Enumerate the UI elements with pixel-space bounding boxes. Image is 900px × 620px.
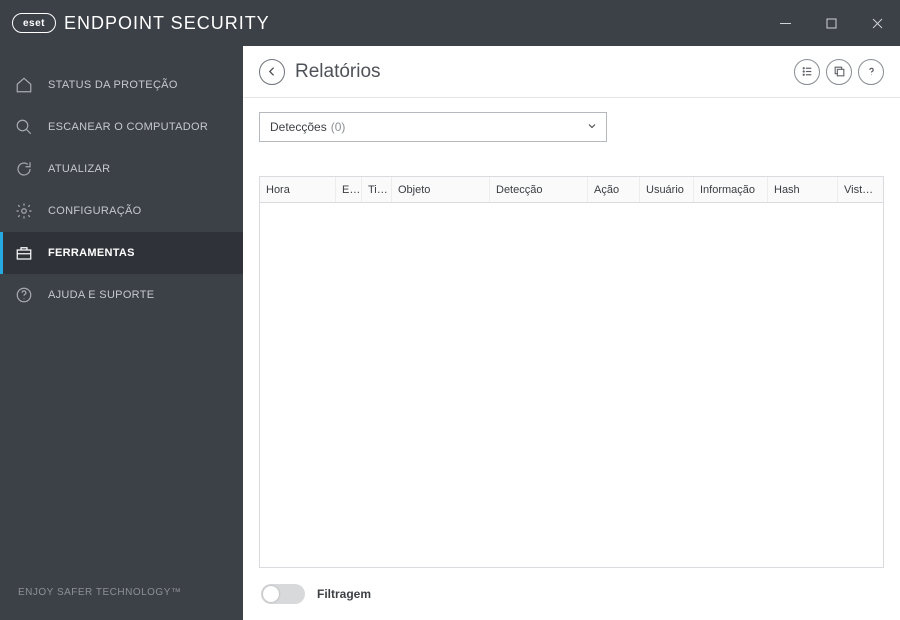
table-body xyxy=(260,203,883,567)
help-button[interactable] xyxy=(858,59,884,85)
minimize-button[interactable] xyxy=(762,0,808,46)
column-header[interactable]: E… xyxy=(336,177,362,202)
sidebar-item-help[interactable]: AJUDA E SUPORTE xyxy=(0,274,243,316)
sidebar-item-label: ESCANEAR O COMPUTADOR xyxy=(48,121,208,133)
column-header[interactable]: Hash xyxy=(768,177,838,202)
toggle-knob xyxy=(263,586,279,602)
sidebar-item-label: CONFIGURAÇÃO xyxy=(48,205,141,217)
filter-label: Filtragem xyxy=(317,587,371,601)
sidebar-item-update[interactable]: ATUALIZAR xyxy=(0,148,243,190)
table-header: HoraE…Ti…ObjetoDetecçãoAçãoUsuárioInform… xyxy=(260,177,883,203)
report-type-dropdown[interactable]: Detecções (0) xyxy=(259,112,607,142)
brand: eset ENDPOINT SECURITY xyxy=(12,13,270,34)
sidebar-item-scan[interactable]: ESCANEAR O COMPUTADOR xyxy=(0,106,243,148)
content-header: Relatórios xyxy=(243,46,900,98)
sidebar-item-label: FERRAMENTAS xyxy=(48,247,135,259)
header-actions xyxy=(794,59,884,85)
page-title: Relatórios xyxy=(295,61,381,83)
sidebar-item-tools[interactable]: FERRAMENTAS xyxy=(0,232,243,274)
sidebar-item-label: STATUS DA PROTEÇÃO xyxy=(48,79,178,91)
column-header[interactable]: Ti… xyxy=(362,177,392,202)
copy-button[interactable] xyxy=(826,59,852,85)
log-table: HoraE…Ti…ObjetoDetecçãoAçãoUsuárioInform… xyxy=(259,176,884,568)
sidebar-item-label: ATUALIZAR xyxy=(48,163,110,175)
help-icon xyxy=(14,285,34,305)
column-header[interactable]: Ação xyxy=(588,177,640,202)
filter-row: Filtragem xyxy=(259,568,884,620)
sidebar: STATUS DA PROTEÇÃO ESCANEAR O COMPUTADOR… xyxy=(0,46,243,620)
gear-icon xyxy=(14,201,34,221)
column-header[interactable]: Usuário xyxy=(640,177,694,202)
column-header[interactable]: Vist… xyxy=(838,177,883,202)
filter-toggle[interactable] xyxy=(261,584,305,604)
column-header[interactable]: Detecção xyxy=(490,177,588,202)
chevron-down-icon xyxy=(586,120,598,135)
refresh-icon xyxy=(14,159,34,179)
close-button[interactable] xyxy=(854,0,900,46)
content: Relatórios Detecções (0) xyxy=(243,46,900,620)
content-body: Detecções (0) HoraE…Ti…ObjetoDetecçãoAçã… xyxy=(243,98,900,620)
dropdown-label: Detecções xyxy=(270,120,327,134)
sidebar-item-config[interactable]: CONFIGURAÇÃO xyxy=(0,190,243,232)
nav: STATUS DA PROTEÇÃO ESCANEAR O COMPUTADOR… xyxy=(0,46,243,316)
sidebar-footer: ENJOY SAFER TECHNOLOGY™ xyxy=(0,565,243,620)
brand-badge: eset xyxy=(12,13,56,33)
toolbox-icon xyxy=(14,243,34,263)
dropdown-count: (0) xyxy=(331,120,346,134)
search-icon xyxy=(14,117,34,137)
sidebar-item-status[interactable]: STATUS DA PROTEÇÃO xyxy=(0,64,243,106)
home-icon xyxy=(14,75,34,95)
titlebar: eset ENDPOINT SECURITY xyxy=(0,0,900,46)
back-button[interactable] xyxy=(259,59,285,85)
sidebar-item-label: AJUDA E SUPORTE xyxy=(48,289,154,301)
window-controls xyxy=(762,0,900,46)
column-header[interactable]: Objeto xyxy=(392,177,490,202)
list-view-button[interactable] xyxy=(794,59,820,85)
column-header[interactable]: Informação xyxy=(694,177,768,202)
column-header[interactable]: Hora xyxy=(260,177,336,202)
brand-text: ENDPOINT SECURITY xyxy=(64,13,270,34)
maximize-button[interactable] xyxy=(808,0,854,46)
